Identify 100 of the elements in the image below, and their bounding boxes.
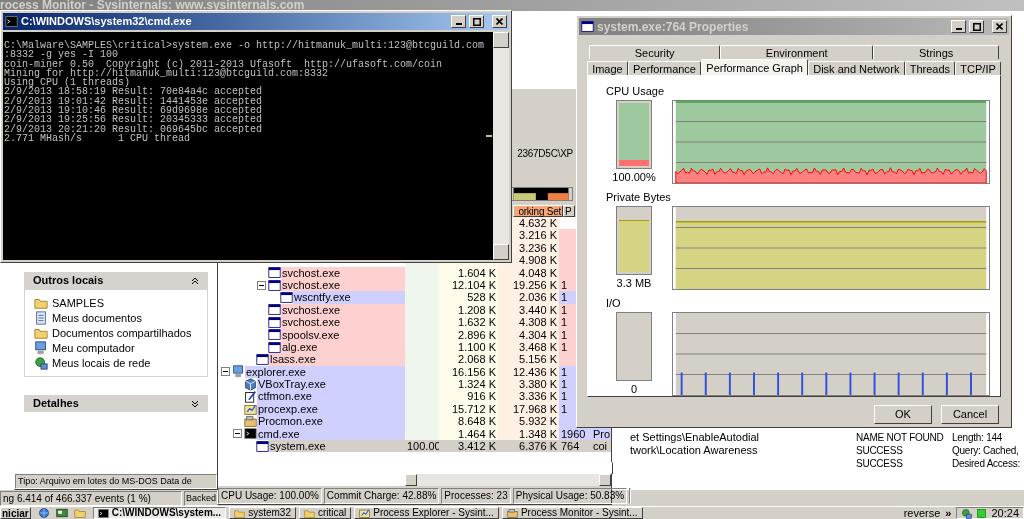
maximize-icon (972, 22, 981, 31)
taskbar-button[interactable]: Process Monitor - Sysint... (501, 507, 643, 519)
table-cell: 4.308 K (498, 316, 559, 329)
usage-graph (509, 187, 573, 201)
status-text: CPU Usage: 100.00% (218, 488, 322, 504)
table-cell: SUCCESS (856, 444, 903, 457)
process-name[interactable]: system.exe (269, 440, 405, 453)
vertical-scrollbar[interactable] (493, 32, 509, 260)
process-name[interactable]: svchost.exe (281, 266, 405, 279)
table-cell-text: et Settings\EnableAutodial (629, 431, 761, 444)
graph-reading: 100.00% (612, 170, 656, 184)
status-text: ng 6.414 of 466.337 events (1 %) (0, 491, 182, 506)
minimize-button[interactable] (451, 15, 466, 28)
tab[interactable]: Threads (904, 61, 956, 75)
tab[interactable]: Image (587, 61, 628, 75)
expand-chevron-icon[interactable] (191, 399, 199, 408)
scroll-down-button[interactable] (611, 462, 613, 474)
table-cell: 3.336 K (498, 390, 559, 403)
network-icon (34, 356, 48, 370)
table-cell: 2.068 K (439, 353, 498, 366)
tab[interactable]: Disk and Network (808, 61, 905, 75)
taskbar-button[interactable]: critical (298, 507, 352, 519)
console-line: :8332 -g yes -I 100 (4, 50, 119, 60)
folder-icon (34, 326, 48, 340)
chart-icon (506, 507, 518, 519)
minimize-button[interactable] (951, 20, 966, 33)
console-line: 2/9/2013 19:25:56 Result: 20345333 accepted (4, 115, 263, 125)
status-text: Commit Charge: 42.88% (323, 488, 440, 504)
place-link[interactable]: Meus locais de rede (52, 354, 151, 372)
graph-reading: 0 (630, 382, 638, 396)
text-cursor (486, 135, 492, 137)
section-header[interactable]: Outros locais (24, 272, 208, 289)
collapse-toggle[interactable] (257, 280, 266, 290)
computer-icon (34, 341, 48, 355)
process-name[interactable]: wscntfy.exe (293, 291, 405, 304)
table-cell: 764 (559, 440, 591, 453)
table-cell-text: twork\Location Awareness (629, 444, 759, 457)
collapse-chevron-icon[interactable] (191, 276, 199, 285)
maximize-button[interactable] (469, 15, 484, 28)
toolbar-chevron[interactable]: » (943, 507, 954, 519)
process-name[interactable]: Procmon.exe (257, 415, 405, 428)
taskbar-button[interactable]: system32 (229, 507, 296, 519)
start-button[interactable]: niciar (0, 507, 31, 519)
process-name[interactable]: VBoxTray.exe (257, 378, 405, 391)
cancel-button[interactable]: Cancel (941, 405, 999, 424)
place-link[interactable]: SAMPLES (52, 294, 104, 312)
ok-button[interactable]: OK (874, 405, 932, 424)
taskbar-button[interactable]: C:\WINDOWS\system... (92, 507, 227, 519)
maximize-button[interactable] (969, 20, 984, 33)
table-cell: 1.632 K (439, 316, 498, 329)
collapse-toggle[interactable] (233, 429, 242, 439)
process-name[interactable]: ctfmon.exe (257, 390, 405, 403)
window-icon (268, 328, 281, 342)
place-link[interactable]: Meus documentos (52, 309, 142, 327)
close-button[interactable] (492, 15, 507, 28)
section-title: Outros locais (33, 273, 104, 289)
console-line: Using CPU (1 threads) (4, 78, 131, 88)
section-header[interactable]: Detalhes (24, 395, 208, 412)
table-cell: 6.376 K (498, 440, 559, 453)
table-cell: 5.156 K (498, 353, 559, 366)
table-cell: SUCCESS (856, 457, 903, 470)
window-title: rocess Monitor - Sysinternals: www.sysinternals.com (0, 0, 306, 11)
toolbar-label: reverse (903, 507, 941, 519)
taskbar-button[interactable]: Process Explorer - Sysint... (354, 507, 499, 519)
column-header[interactable]: orking Set (513, 205, 563, 217)
tab[interactable]: Performance (627, 61, 702, 75)
network-icon[interactable] (961, 507, 973, 519)
tab[interactable]: Security (589, 45, 721, 59)
path-text: 2367D5C\XP (517, 147, 573, 161)
tab[interactable]: Performance Graph (701, 59, 809, 75)
close-icon (496, 18, 503, 25)
table-cell: 8.648 K (439, 415, 498, 428)
tab[interactable]: Strings (873, 45, 999, 59)
maximize-icon (472, 17, 481, 26)
tab[interactable]: TCP/IP (955, 61, 1001, 75)
console-line: 2/9/2013 20:21:20 Result: 069645bc accepted (4, 124, 263, 134)
column-header[interactable]: P (563, 205, 575, 217)
place-link[interactable]: Meu computador (52, 339, 135, 357)
status-icon[interactable] (976, 507, 988, 519)
graph-label: CPU Usage (605, 84, 666, 98)
console-line: 2/9/2013 18:58:19 Result: 70e84a4c accepted (4, 87, 263, 97)
process-name[interactable]: lsass.exe (269, 353, 405, 366)
globe-icon[interactable] (37, 507, 50, 519)
minimize-icon (455, 23, 462, 25)
tab[interactable]: Environment (720, 45, 874, 59)
table-cell: coi (591, 440, 611, 453)
window-title: C:\WINDOWS\system32\cmd.exe (21, 14, 193, 30)
place-link[interactable]: Documentos compartilhados (52, 324, 192, 342)
collapse-toggle[interactable] (221, 367, 230, 377)
window-icon (581, 20, 594, 33)
close-button[interactable] (992, 20, 1007, 33)
gauge-icon (359, 507, 371, 519)
window-icon (268, 315, 281, 329)
process-name[interactable]: svchost.exe (281, 316, 405, 329)
status-text: Tipo: Arquivo em lotes do MS-DOS Data de (15, 474, 217, 489)
horizontal-scrollbar[interactable] (405, 474, 611, 486)
table-cell: Query: Cached, (952, 444, 1019, 457)
desktop-icon[interactable] (55, 507, 68, 519)
status-text: Processes: 23 (441, 488, 511, 504)
table-cell: 3.412 K (439, 440, 498, 453)
